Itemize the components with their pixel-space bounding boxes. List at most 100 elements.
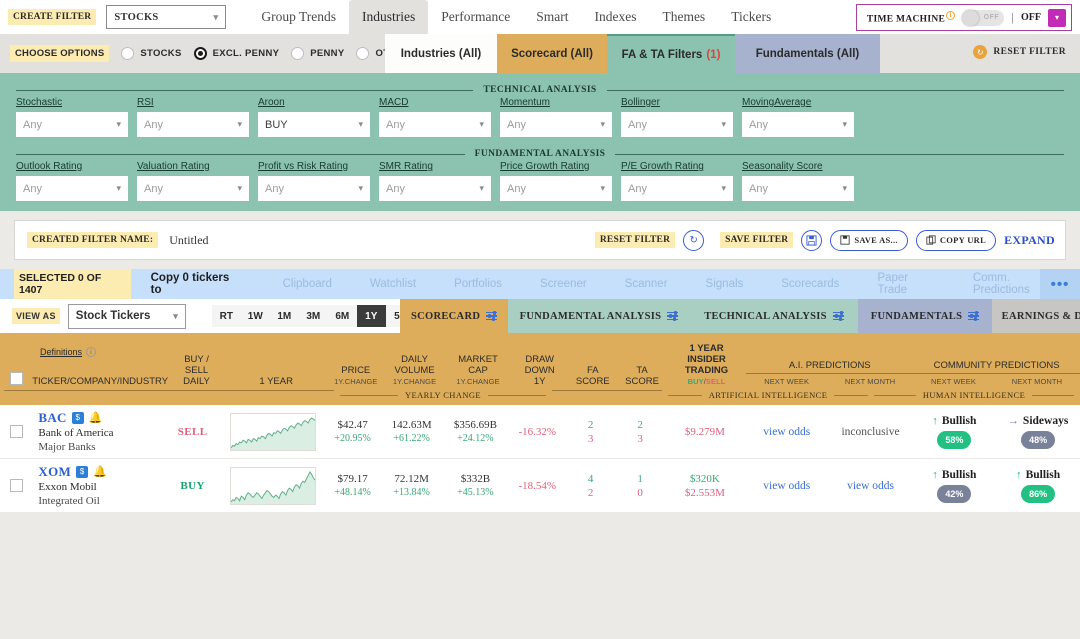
range-1w[interactable]: 1W [241, 305, 270, 327]
filter-field-label[interactable]: P/E Growth Rating [621, 161, 733, 172]
filter-tab-scorecard-all-[interactable]: Scorecard (All) [497, 34, 607, 73]
bell-icon[interactable]: 🔔 [89, 411, 103, 424]
reset-filter-button[interactable]: ↻ RESET FILTER [973, 45, 1066, 59]
view-tab-technical-analysis[interactable]: TECHNICAL ANALYSIS [690, 299, 858, 333]
filter-field-label[interactable]: MACD [379, 97, 491, 108]
expand-button[interactable]: EXPAND [1004, 233, 1055, 248]
row-select-cell[interactable] [0, 425, 32, 438]
filter-tab-industries-all-[interactable]: Industries (All) [385, 34, 497, 73]
chevron-down-icon[interactable]: ▾ [1048, 9, 1066, 27]
filter-field-label[interactable]: Momentum [500, 97, 612, 108]
radio-option-penny[interactable]: PENNY [291, 47, 344, 60]
dollar-badge-icon[interactable]: $ [72, 412, 84, 424]
radio-option-excl-penny[interactable]: EXCL. PENNY [194, 47, 280, 60]
save-as-button[interactable]: SAVE AS... [830, 230, 907, 251]
ai-next-week-link[interactable]: view odds [763, 425, 810, 439]
radio-icon[interactable] [121, 47, 134, 60]
filter-field-select[interactable]: Any ▾ [379, 112, 491, 137]
row-checkbox[interactable] [10, 479, 23, 492]
ai-next-week-cell[interactable]: view odds [745, 479, 829, 493]
nav-tab-themes[interactable]: Themes [649, 0, 718, 34]
filter-field-label[interactable]: Valuation Rating [137, 161, 249, 172]
view-tab-earnings-divd-s[interactable]: EARNINGS & DIVD-S [992, 299, 1080, 333]
reset-filter-text[interactable]: RESET FILTER [595, 232, 675, 248]
filter-tab-fa-ta-filters[interactable]: FA & TA Filters(1) [607, 34, 735, 73]
copy-destination-watchlist[interactable]: Watchlist [351, 278, 435, 290]
view-tab-fundamentals[interactable]: FUNDAMENTALS [858, 299, 992, 333]
filter-field-select[interactable]: Any ▾ [137, 112, 249, 137]
copy-destination-portfolios[interactable]: Portfolios [435, 278, 521, 290]
range-1m[interactable]: 1M [270, 305, 299, 327]
reset-icon[interactable]: ↻ [683, 230, 704, 251]
filter-field-select[interactable]: Any ▾ [16, 112, 128, 137]
ticker-symbol[interactable]: XOM [38, 464, 71, 480]
filter-sliders-icon[interactable] [968, 311, 979, 321]
table-row[interactable]: XOM $ 🔔 Exxon Mobil Integrated Oil BUY $… [0, 459, 1080, 513]
filter-field-select[interactable]: Any ▾ [500, 176, 612, 201]
radio-icon[interactable] [291, 47, 304, 60]
copy-destination-scorecards[interactable]: Scorecards [762, 278, 858, 290]
ticker-symbol[interactable]: BAC [38, 410, 66, 426]
copy-url-button[interactable]: COPY URL [916, 230, 996, 251]
dollar-badge-icon[interactable]: $ [76, 466, 88, 478]
range-1y[interactable]: 1Y [357, 305, 386, 327]
created-filter-name-value[interactable]: Untitled [169, 233, 208, 248]
copy-destination-paper-trade[interactable]: Paper Trade [858, 272, 953, 296]
view-as-select[interactable]: Stock Tickers ▾ [68, 304, 186, 329]
nav-tab-performance[interactable]: Performance [428, 0, 523, 34]
filter-field-label[interactable]: Profit vs Risk Rating [258, 161, 370, 172]
copy-destination-screener[interactable]: Screener [521, 278, 606, 290]
filter-field-select[interactable]: Any ▾ [500, 112, 612, 137]
filter-field-select[interactable]: Any ▾ [621, 176, 733, 201]
filter-sliders-icon[interactable] [486, 311, 497, 321]
filter-sliders-icon[interactable] [667, 311, 678, 321]
filter-field-label[interactable]: MovingAverage [742, 97, 854, 108]
filter-field-select[interactable]: Any ▾ [742, 112, 854, 137]
definitions-link[interactable]: Definitions i [40, 347, 96, 357]
ai-next-month-cell[interactable]: view odds [829, 479, 913, 493]
copy-destination-signals[interactable]: Signals [687, 278, 763, 290]
view-tab-scorecard[interactable]: SCORECARD [400, 299, 508, 333]
filter-tab-fundamentals-all-[interactable]: Fundamentals (All) [735, 34, 880, 73]
info-icon[interactable]: i [86, 347, 96, 357]
sparkline-cell[interactable] [221, 467, 324, 505]
row-select-cell[interactable] [0, 479, 32, 492]
nav-tab-smart[interactable]: Smart [523, 0, 581, 34]
filter-field-label[interactable]: Stochastic [16, 97, 128, 108]
filter-field-label[interactable]: Outlook Rating [16, 161, 128, 172]
range-6m[interactable]: 6M [328, 305, 357, 327]
time-machine-toggle[interactable]: OFF [962, 10, 1004, 26]
sparkline-cell[interactable] [221, 413, 324, 451]
time-machine-widget[interactable]: TIME MACHINEi OFF | OFF ▾ [856, 4, 1072, 31]
select-all-cell[interactable] [0, 333, 32, 391]
filter-field-label[interactable]: Seasonality Score [742, 161, 854, 172]
asset-type-select[interactable]: STOCKS ▾ [106, 5, 226, 29]
filter-field-select[interactable]: Any ▾ [621, 112, 733, 137]
nav-tab-indexes[interactable]: Indexes [581, 0, 649, 34]
save-filter-text[interactable]: SAVE FILTER [720, 232, 793, 248]
nav-tab-industries[interactable]: Industries [349, 0, 428, 34]
radio-icon[interactable] [356, 47, 369, 60]
nav-tab-tickers[interactable]: Tickers [718, 0, 784, 34]
industry-name[interactable]: Major Banks [38, 440, 164, 454]
nav-tab-group-trends[interactable]: Group Trends [248, 0, 349, 34]
filter-field-select[interactable]: Any ▾ [258, 176, 370, 201]
industry-name[interactable]: Integrated Oil [38, 494, 164, 508]
row-checkbox[interactable] [10, 425, 23, 438]
ai-next-week-cell[interactable]: view odds [745, 425, 829, 439]
more-options-button[interactable]: ••• [1040, 269, 1080, 299]
info-icon[interactable]: i [946, 11, 955, 20]
view-tab-fundamental-analysis[interactable]: FUNDAMENTAL ANALYSIS [508, 299, 690, 333]
table-row[interactable]: BAC $ 🔔 Bank of America Major Banks SELL… [0, 405, 1080, 459]
copy-destination-clipboard[interactable]: Clipboard [264, 278, 351, 290]
filter-field-select[interactable]: Any ▾ [16, 176, 128, 201]
copy-destination-scanner[interactable]: Scanner [606, 278, 687, 290]
filter-field-select[interactable]: Any ▾ [742, 176, 854, 201]
filter-field-label[interactable]: Aroon [258, 97, 370, 108]
filter-sliders-icon[interactable] [833, 311, 844, 321]
save-icon[interactable] [801, 230, 822, 251]
ai-next-week-link[interactable]: view odds [763, 479, 810, 493]
filter-field-label[interactable]: RSI [137, 97, 249, 108]
radio-icon[interactable] [194, 47, 207, 60]
filter-field-label[interactable]: Bollinger [621, 97, 733, 108]
